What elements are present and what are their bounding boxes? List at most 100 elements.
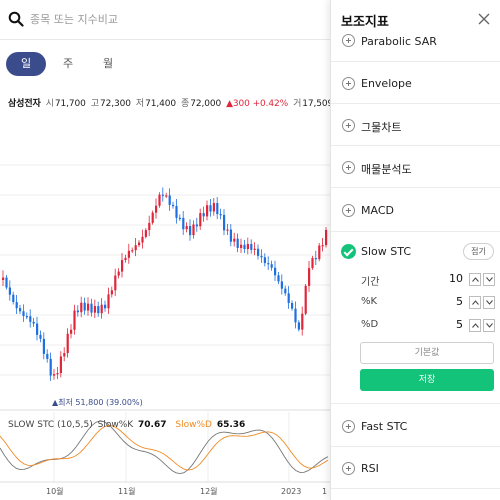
plus-icon xyxy=(342,462,355,475)
candle-body xyxy=(202,213,205,217)
candle-body xyxy=(212,203,215,212)
indicator-item-parabolic-sar[interactable]: Parabolic SAR xyxy=(331,22,500,62)
candle-body xyxy=(175,206,178,218)
candle-body xyxy=(107,294,110,309)
low-label: 저 xyxy=(135,99,145,109)
save-button[interactable]: 저장 xyxy=(360,369,494,391)
candle-body xyxy=(308,268,311,286)
indicator-item-macd[interactable]: MACD xyxy=(331,188,500,232)
search-icon[interactable] xyxy=(8,11,24,27)
candle-body xyxy=(161,194,164,196)
price-chart[interactable]: ▲최저 51,800 (39.00%) 10월 11월 12월 2023 1 xyxy=(0,110,330,500)
indicator-label: MACD xyxy=(361,204,394,217)
candle-body xyxy=(19,308,22,312)
candle-body xyxy=(148,222,151,231)
candle-body xyxy=(274,267,277,276)
tab-day[interactable]: 일 xyxy=(6,52,46,76)
high-label: 고 xyxy=(90,99,100,109)
decrement-button[interactable] xyxy=(483,273,495,286)
chart-grid xyxy=(0,164,330,482)
candle-body xyxy=(117,271,120,276)
plus-icon xyxy=(342,420,355,433)
close-label: 종 xyxy=(181,99,190,109)
search-input[interactable] xyxy=(30,8,320,30)
tab-month[interactable]: 월 xyxy=(98,52,118,76)
candle-body xyxy=(114,275,117,291)
candle-body xyxy=(63,353,66,357)
indicator-label: Parabolic SAR xyxy=(361,35,437,48)
candle-body xyxy=(267,263,270,265)
increment-button[interactable] xyxy=(469,319,481,332)
candle-body xyxy=(178,217,181,220)
candle-body xyxy=(260,255,263,258)
fold-button[interactable]: 접기 xyxy=(463,243,494,260)
candle-body xyxy=(168,195,171,205)
candle-body xyxy=(155,205,158,213)
indicator-label: RSI xyxy=(361,462,379,475)
chevron-up-icon xyxy=(472,300,479,305)
decrement-button[interactable] xyxy=(483,296,495,309)
indicator-item-envelope[interactable]: Envelope xyxy=(331,62,500,104)
indicator-item-rsi[interactable]: RSI xyxy=(331,447,500,489)
indicator-label: Slow STC xyxy=(361,245,411,258)
candle-body xyxy=(87,303,90,311)
indicator-item-volume-profile[interactable]: 매물분석도 xyxy=(331,146,500,188)
candle-body xyxy=(158,194,161,206)
param-row-period: 기간 10 xyxy=(361,272,495,288)
slow-d-value: 65.36 xyxy=(216,420,246,430)
min-price-annotation: ▲최저 51,800 (39.00%) xyxy=(52,397,143,407)
check-icon[interactable] xyxy=(341,244,356,259)
candle-body xyxy=(83,302,86,311)
indicator-item-grid-chart[interactable]: 그물차트 xyxy=(331,104,500,146)
increment-button[interactable] xyxy=(469,273,481,286)
param-value-input[interactable]: 5 xyxy=(435,318,463,331)
param-value-input[interactable]: 5 xyxy=(435,295,463,308)
param-label: 기간 xyxy=(361,277,380,288)
chevron-up-icon xyxy=(472,277,479,282)
chart-area: 일 주 월 삼성전자 시71,700 고72,300 저71,400 종72,000 ▲3… xyxy=(0,0,330,500)
candle-body xyxy=(53,374,56,376)
candle-body xyxy=(104,304,107,309)
indicator-legend: SLOW STC (10,5,5) Slow%K 70.67 Slow%D 65… xyxy=(8,420,251,430)
candle-body xyxy=(209,205,212,212)
volume: 17,509,535 xyxy=(302,99,330,109)
candle-body xyxy=(70,329,73,334)
stock-name: 삼성전자 xyxy=(8,99,41,109)
candle-body xyxy=(250,243,253,250)
candle-body xyxy=(192,224,195,236)
candle-body xyxy=(124,257,127,261)
candle-body xyxy=(5,277,8,288)
param-value-input[interactable]: 10 xyxy=(435,272,463,285)
candle-body xyxy=(325,229,328,246)
candle-body xyxy=(97,306,100,314)
candle-body xyxy=(233,238,236,242)
indicator-item-fast-stc[interactable]: Fast STC xyxy=(331,405,500,447)
open-label: 시 xyxy=(45,99,54,109)
candle-body xyxy=(185,226,188,230)
tab-week[interactable]: 주 xyxy=(58,52,78,76)
param-row-k: %K 5 xyxy=(361,295,495,311)
plus-icon xyxy=(342,77,355,90)
candle-body xyxy=(76,310,79,313)
search-bar xyxy=(0,0,330,40)
reset-default-button[interactable]: 기본값 xyxy=(360,342,494,364)
low-price: 71,400 xyxy=(145,99,177,109)
plus-icon xyxy=(342,119,355,132)
decrement-button[interactable] xyxy=(483,319,495,332)
candle-body xyxy=(151,212,154,223)
candle-body xyxy=(280,281,283,289)
candle-body xyxy=(39,334,42,339)
candle-body xyxy=(12,294,15,303)
candle-body xyxy=(90,303,93,313)
increment-button[interactable] xyxy=(469,296,481,309)
indicator-label: Envelope xyxy=(361,77,412,90)
x-label-nov: 11월 xyxy=(118,486,136,496)
quote-line: 삼성전자 시71,700 고72,300 저71,400 종72,000 ▲300 +0.… xyxy=(8,96,330,109)
slow-d-label: Slow%D xyxy=(175,420,212,430)
candle-body xyxy=(49,358,52,376)
plus-icon xyxy=(342,204,355,217)
candle-body xyxy=(2,277,5,280)
candle-body xyxy=(131,250,134,252)
candle-body xyxy=(257,248,260,256)
candle-body xyxy=(311,258,314,269)
